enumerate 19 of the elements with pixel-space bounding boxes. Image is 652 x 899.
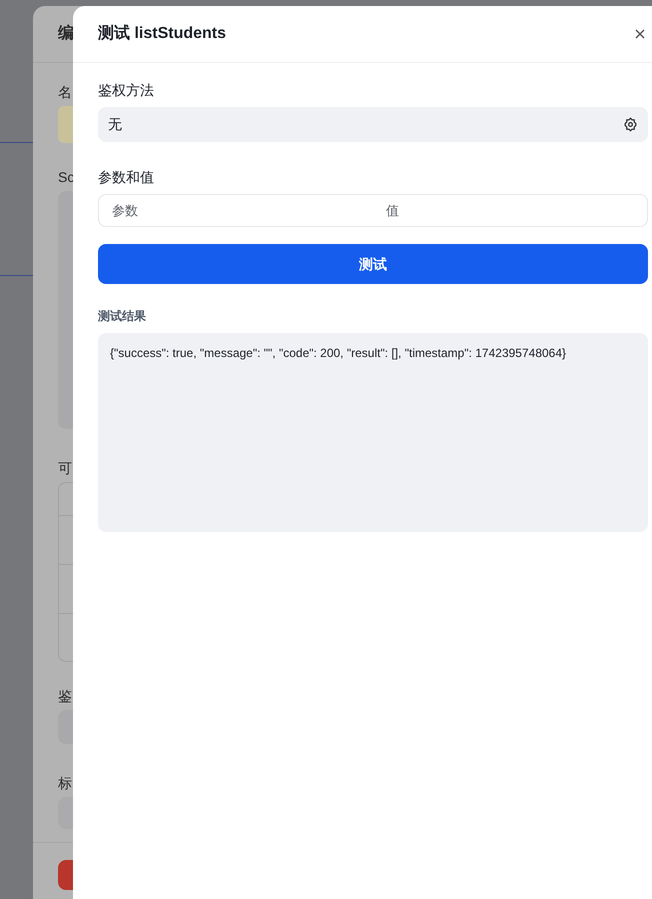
field-label: 鉴: [58, 687, 72, 705]
field-label: 可: [58, 459, 72, 477]
field-label: Sc: [58, 168, 74, 186]
result-text: {"success": true, "message": "", "code": 200, "result": [], "timestamp": 1742395748064}: [110, 346, 566, 360]
avatar-tile: [58, 106, 73, 143]
auth-field: [58, 710, 73, 744]
delete-button[interactable]: [58, 860, 73, 890]
field-label: 鉴权方法: [98, 81, 155, 99]
result-label: 测试结果: [98, 308, 147, 324]
field-label: 名: [58, 83, 72, 101]
test-button[interactable]: 测试: [98, 244, 648, 284]
auth-select[interactable]: 无: [98, 107, 648, 142]
field-label: 标: [58, 774, 72, 792]
settings-icon[interactable]: [623, 117, 638, 132]
field-label: 参数和值: [98, 168, 155, 186]
drawer-title: 编: [58, 23, 74, 44]
close-icon[interactable]: [634, 28, 646, 40]
tag-field: [58, 797, 73, 829]
panel-title: 测试 listStudents: [98, 24, 226, 44]
